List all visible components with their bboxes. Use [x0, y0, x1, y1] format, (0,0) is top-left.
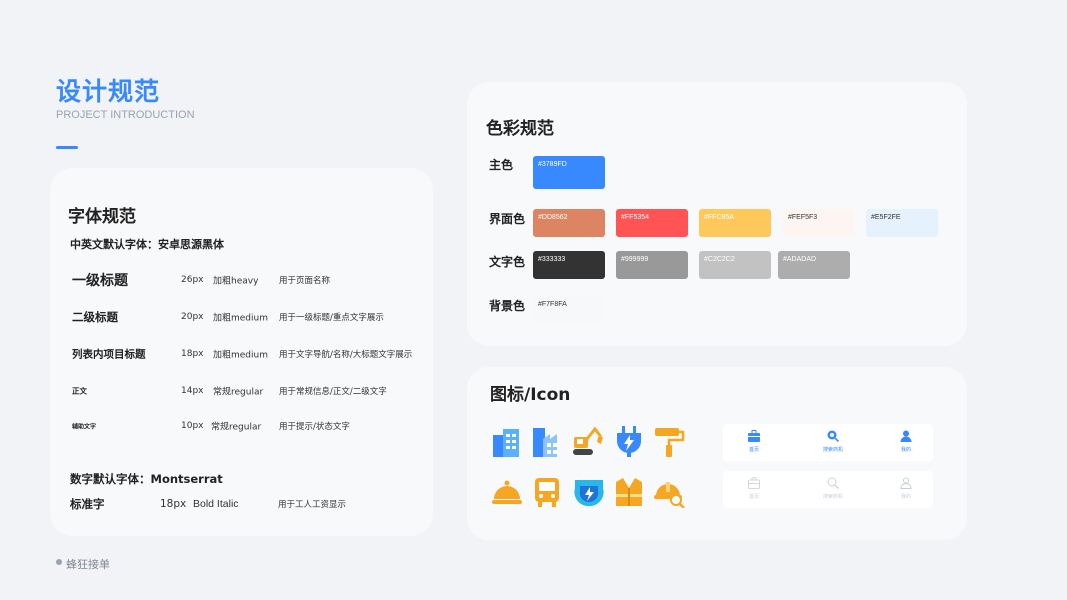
- toolbox-icon: [748, 477, 760, 489]
- font-row-weight: 加粗medium: [213, 350, 268, 361]
- factory-icon: [530, 425, 562, 457]
- tab-home[interactable]: 首页: [724, 424, 784, 461]
- tab-bar-inactive: 首页 搜索商机 我的: [723, 471, 933, 508]
- power-plug-icon: [613, 425, 645, 457]
- color-swatch: #C2C2C2: [699, 251, 771, 279]
- font-row-name: 列表内项目标题: [72, 348, 146, 361]
- color-group-label: 界面色: [489, 212, 526, 226]
- tab-label: 首页: [748, 494, 759, 500]
- font-row-h1: 一级标题 26px 加粗heavy 用于页面名称: [50, 270, 433, 290]
- icon-card-title: 图标/Icon: [490, 385, 571, 405]
- font-row-usage: 用于工人工资显示: [278, 500, 347, 510]
- color-swatch: #DD8562: [533, 209, 605, 237]
- tab-home[interactable]: 首页: [724, 471, 784, 508]
- tab-label: 首页: [748, 447, 759, 453]
- font-row-usage: 用于常规信息/正文/二级文字: [279, 387, 387, 397]
- font-row-size: 18px: [181, 349, 204, 359]
- color-swatch: #E5F2FE: [866, 209, 938, 237]
- color-group-label: 文字色: [489, 255, 526, 269]
- color-swatch: #ADADAD: [778, 251, 850, 279]
- color-swatch: #333333: [533, 251, 605, 279]
- color-group-label: 主色: [489, 158, 514, 172]
- tab-label: 我的: [900, 494, 911, 500]
- font-row-weight: 常规regular: [213, 387, 264, 398]
- font-row-usage: 用于页面名称: [279, 276, 331, 286]
- title-accent-bar: [56, 146, 78, 149]
- font-row-name: 标准字: [70, 497, 105, 511]
- tab-label: 我的: [900, 447, 911, 453]
- font-row-size: 20px: [181, 312, 204, 322]
- page-subtitle: PROJECT INTRODUCTION: [56, 109, 195, 121]
- font-row-name: 正文: [72, 386, 87, 396]
- font-row-size: 18px: [160, 498, 187, 510]
- hard-hat-search-icon: [653, 476, 685, 509]
- font-row-body: 正文 14px 常规regular 用于常规信息/正文/二级文字: [50, 381, 433, 401]
- font-row-aux: 辅助文字 10px 常规regular 用于提示/状态文字: [50, 416, 433, 436]
- tab-mine[interactable]: 我的: [876, 471, 936, 508]
- font-row-weight: Bold Italic: [193, 498, 239, 510]
- tab-mine[interactable]: 我的: [876, 424, 936, 461]
- color-group-label: 背景色: [489, 299, 526, 313]
- color-spec-card: 色彩规范 主色 #3789FD 界面色 #DD8562 #FF5354 #FFC…: [467, 82, 967, 346]
- bus-icon: [531, 476, 563, 508]
- user-icon: [900, 430, 912, 442]
- font-row-h2: 二级标题 20px 加粗medium 用于一级标题/重点文字展示: [50, 307, 433, 327]
- cn-default-font-label: 中英文默认字体：安卓思源黑体: [70, 238, 224, 251]
- food-dome-icon: [491, 476, 523, 508]
- font-card-title: 字体规范: [68, 207, 136, 227]
- font-row-weight: 加粗medium: [213, 313, 268, 324]
- font-row-usage: 用于文字导航/名称/大标题文字展示: [279, 350, 413, 360]
- search-machine-icon: [827, 477, 839, 489]
- color-swatch: #999999: [616, 251, 688, 279]
- color-swatch: #F7F8FA: [533, 296, 605, 324]
- tab-search[interactable]: 搜索商机: [803, 471, 863, 508]
- tab-search[interactable]: 搜索商机: [803, 424, 863, 461]
- safety-vest-icon: [613, 476, 645, 508]
- color-swatch: #FFC85A: [699, 209, 771, 237]
- color-swatch: #FEF5F3: [783, 209, 855, 237]
- toolbox-icon: [748, 430, 760, 442]
- num-default-font-label: 数字默认字体：Montserrat: [70, 472, 223, 486]
- excavator-icon: [571, 425, 603, 457]
- font-row-name: 辅助文字: [72, 423, 97, 431]
- user-icon: [900, 477, 912, 489]
- color-swatch-primary: #3789FD: [533, 156, 605, 189]
- buildings-icon: [491, 425, 523, 457]
- font-row-name: 二级标题: [72, 310, 118, 324]
- page-title: 设计规范: [56, 77, 161, 106]
- electric-shield-icon: [573, 476, 605, 508]
- font-row-size: 10px: [181, 421, 204, 431]
- font-row-list-title: 列表内项目标题 18px 加粗medium 用于文字导航/名称/大标题文字展示: [50, 344, 433, 364]
- font-row-weight: 常规regular: [211, 422, 262, 433]
- color-card-title: 色彩规范: [486, 119, 554, 139]
- tab-label: 搜索商机: [822, 494, 843, 500]
- font-row-usage: 用于提示/状态文字: [279, 422, 350, 432]
- font-row-weight: 加粗heavy: [213, 276, 259, 287]
- font-row-usage: 用于一级标题/重点文字展示: [279, 313, 384, 323]
- font-row-number: 标准字 18px Bold Italic 用于工人工资显示: [50, 494, 433, 514]
- font-row-size: 26px: [181, 275, 204, 285]
- tab-bar-active: 首页 搜索商机 我的: [723, 424, 933, 461]
- footer-dot: [56, 559, 62, 565]
- font-row-name: 一级标题: [72, 273, 128, 289]
- footer-brand: 蜂狂接单: [66, 558, 110, 571]
- tab-label: 搜索商机: [822, 447, 843, 453]
- search-machine-icon: [827, 430, 839, 442]
- paint-roller-icon: [653, 425, 685, 457]
- color-swatch: #FF5354: [616, 209, 688, 237]
- font-spec-card: 字体规范 中英文默认字体：安卓思源黑体 一级标题 26px 加粗heavy 用于…: [50, 168, 433, 536]
- font-row-size: 14px: [181, 386, 204, 396]
